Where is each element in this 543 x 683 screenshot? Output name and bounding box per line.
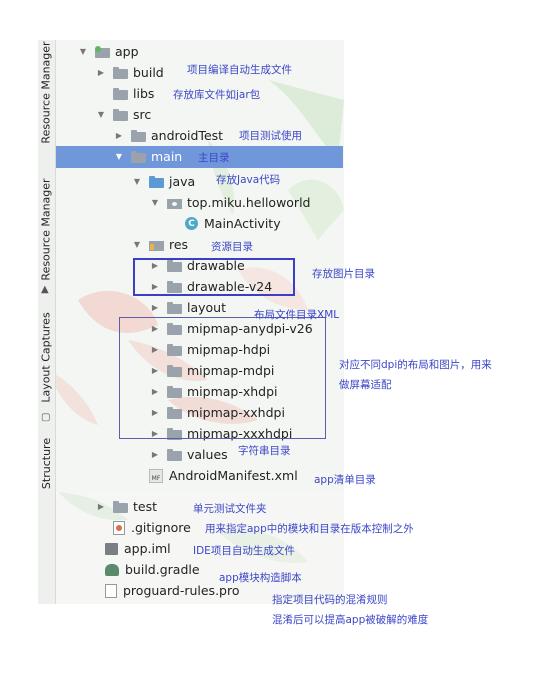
class-icon: C <box>185 217 198 230</box>
drawable-highlight-box <box>133 258 295 296</box>
annotation-mipmap-line2: 做屏幕适配 <box>339 379 392 391</box>
structure-tab[interactable]: Structure <box>38 428 55 498</box>
annotation-res: 资源目录 <box>211 241 253 253</box>
tree-item-app[interactable]: ▼ app <box>77 41 139 62</box>
tree-item-proguard[interactable]: proguard-rules.pro <box>87 580 240 601</box>
chevron-down-icon[interactable]: ▼ <box>149 198 161 207</box>
resource-folder-icon <box>149 239 164 251</box>
annotation-main: 主目录 <box>198 152 230 164</box>
folder-icon <box>131 130 146 142</box>
annotation-manifest: app清单目录 <box>314 474 376 486</box>
mipmap-highlight-box <box>119 317 326 439</box>
chevron-down-icon[interactable]: ▼ <box>131 240 143 249</box>
annotation-java: 存放Java代码 <box>216 174 281 186</box>
tree-item-manifest[interactable]: MF AndroidManifest.xml <box>131 465 298 486</box>
folder-icon <box>113 67 128 79</box>
chevron-down-icon[interactable]: ▼ <box>113 152 125 161</box>
tree-item-build-gradle[interactable]: build.gradle <box>87 559 200 580</box>
tree-item-gitignore[interactable]: .gitignore <box>95 517 191 538</box>
annotation-build: 项目编译自动生成文件 <box>187 64 292 76</box>
tree-item-java[interactable]: ▼ java <box>131 171 195 192</box>
gradle-icon <box>105 563 119 576</box>
chevron-right-icon[interactable]: ▶ <box>95 502 107 511</box>
tree-item-build[interactable]: ▶ build <box>95 62 164 83</box>
chevron-right-icon[interactable]: ▶ <box>113 131 125 140</box>
annotation-libs: 存放库文件如jar包 <box>173 89 261 101</box>
tree-item-app-iml[interactable]: app.iml <box>87 538 171 559</box>
annotation-drawable: 存放图片目录 <box>312 268 375 280</box>
annotation-proguard-line1: 指定项目代码的混淆规则 <box>272 594 388 606</box>
annotation-gitignore: 用来指定app中的模块和目录在版本控制之外 <box>205 523 414 535</box>
folder-icon <box>167 449 182 461</box>
chevron-right-icon[interactable]: ▶ <box>95 68 107 77</box>
annotation-values: 字符串目录 <box>238 445 291 457</box>
resource-manager-tab-top[interactable]: Resource Manager <box>38 40 55 145</box>
annotation-mipmap-line1: 对应不同dpi的布局和图片，用来 <box>339 359 492 371</box>
tree-item-main[interactable]: ▼ main <box>113 146 182 167</box>
annotation-layout: 布局文件目录XML <box>254 309 340 321</box>
package-icon <box>167 197 182 209</box>
resource-manager-tab[interactable]: Resource Manager <box>38 178 55 280</box>
resource-manager-icon: ▲ <box>41 284 49 295</box>
folder-icon <box>113 501 128 513</box>
tree-item-values[interactable]: ▶ values <box>149 444 228 465</box>
folder-icon <box>167 302 182 314</box>
iml-file-icon <box>105 542 118 555</box>
annotation-test: 单元测试文件夹 <box>193 503 267 515</box>
tree-item-res[interactable]: ▼ res <box>131 234 188 255</box>
annotation-androidtest: 项目测试使用 <box>239 130 302 142</box>
source-folder-icon <box>149 176 164 188</box>
layout-captures-icon: ▢ <box>41 412 51 423</box>
annotation-proguard-line2: 混淆后可以提高app被破解的难度 <box>272 614 429 626</box>
file-icon <box>105 583 117 598</box>
folder-icon <box>113 109 128 121</box>
chevron-down-icon[interactable]: ▼ <box>131 177 143 186</box>
tree-item-test[interactable]: ▶ test <box>95 496 157 517</box>
annotation-iml: IDE项目自动生成文件 <box>193 545 295 557</box>
tree-item-src[interactable]: ▼ src <box>95 104 151 125</box>
chevron-down-icon[interactable]: ▼ <box>77 47 89 56</box>
annotation-gradle: app模块构造脚本 <box>219 572 302 584</box>
module-folder-icon <box>95 46 110 58</box>
chevron-right-icon[interactable]: ▶ <box>149 450 161 459</box>
tree-item-package[interactable]: ▼ top.miku.helloworld <box>149 192 311 213</box>
tree-item-libs[interactable]: libs <box>95 83 154 104</box>
tree-item-androidtest[interactable]: ▶ androidTest <box>113 125 223 146</box>
tree-item-layout[interactable]: ▶ layout <box>149 297 226 318</box>
folder-icon <box>131 151 146 163</box>
manifest-icon: MF <box>149 468 163 483</box>
tree-item-mainactivity[interactable]: C MainActivity <box>167 213 281 234</box>
gitignore-file-icon <box>113 520 125 535</box>
chevron-right-icon[interactable]: ▶ <box>149 303 161 312</box>
folder-icon <box>113 88 128 100</box>
layout-captures-tab[interactable]: Layout Captures <box>38 305 55 410</box>
chevron-down-icon[interactable]: ▼ <box>95 110 107 119</box>
